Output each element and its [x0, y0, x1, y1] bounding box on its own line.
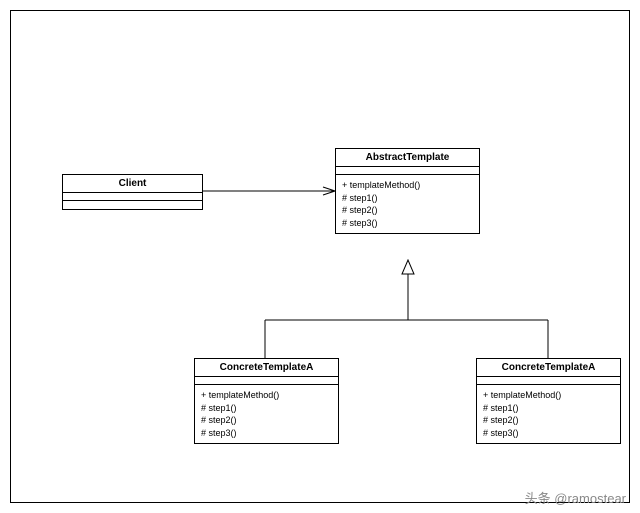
- op: # step3(): [201, 427, 332, 440]
- uml-class-concrete-b: ConcreteTemplateA + templateMethod() # s…: [476, 358, 621, 444]
- uml-class-client: Client: [62, 174, 203, 210]
- op: # step2(): [483, 414, 614, 427]
- class-title: ConcreteTemplateA: [477, 359, 620, 377]
- class-title: AbstractTemplate: [336, 149, 479, 167]
- op: + templateMethod(): [342, 179, 473, 192]
- class-attrs-empty: [195, 377, 338, 385]
- class-attrs-empty: [63, 193, 202, 201]
- op: + templateMethod(): [483, 389, 614, 402]
- op: # step3(): [342, 217, 473, 230]
- op: # step2(): [342, 204, 473, 217]
- op: # step1(): [342, 192, 473, 205]
- class-ops: + templateMethod() # step1() # step2() #…: [477, 385, 620, 443]
- op: # step3(): [483, 427, 614, 440]
- op: + templateMethod(): [201, 389, 332, 402]
- class-ops-empty: [63, 201, 202, 209]
- class-title: ConcreteTemplateA: [195, 359, 338, 377]
- op: # step1(): [201, 402, 332, 415]
- class-attrs-empty: [336, 167, 479, 175]
- uml-class-abstract-template: AbstractTemplate + templateMethod() # st…: [335, 148, 480, 234]
- op: # step1(): [483, 402, 614, 415]
- class-ops: + templateMethod() # step1() # step2() #…: [195, 385, 338, 443]
- watermark-text: 头条 @ramostear: [525, 488, 626, 507]
- class-attrs-empty: [477, 377, 620, 385]
- class-ops: + templateMethod() # step1() # step2() #…: [336, 175, 479, 233]
- class-title: Client: [63, 175, 202, 193]
- op: # step2(): [201, 414, 332, 427]
- uml-class-concrete-a: ConcreteTemplateA + templateMethod() # s…: [194, 358, 339, 444]
